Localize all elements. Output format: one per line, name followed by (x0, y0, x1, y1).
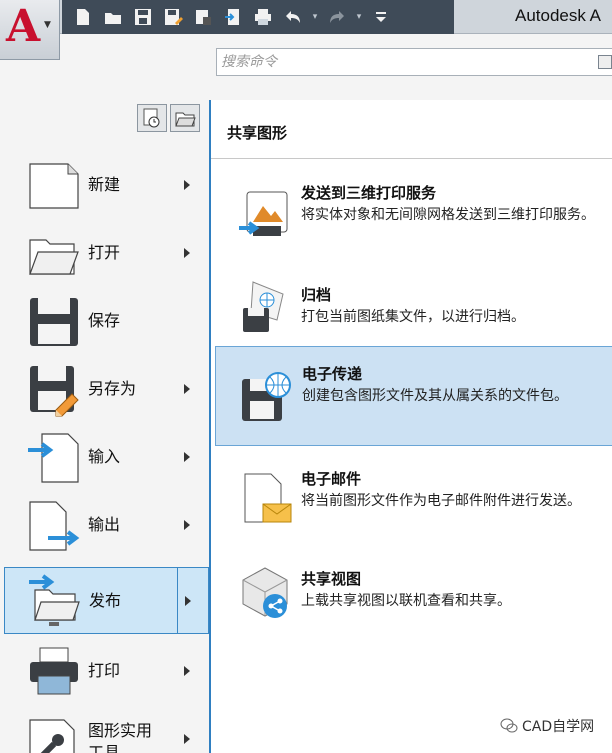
submenu-arrow-icon (184, 520, 190, 530)
export-icon[interactable] (220, 4, 246, 30)
search-options-icon[interactable] (598, 55, 612, 69)
recent-documents-icon (143, 108, 160, 128)
menu-item-label-line1: 图形实用 (88, 721, 153, 740)
open-icon[interactable] (100, 4, 126, 30)
menu-item-save[interactable]: 保存 (4, 288, 209, 355)
menu-item-label: 新建 (88, 175, 121, 194)
menu-item-label: 输出 (88, 515, 121, 534)
customize-toolbar-icon[interactable] (368, 4, 394, 30)
share-item-desc: 上载共享视图以联机查看和共享。 (301, 593, 511, 609)
save-as-disk-icon (30, 366, 79, 417)
open-documents-icon (175, 112, 196, 127)
quick-access-toolbar: ▾ ▾ (62, 0, 454, 34)
publish-folder-icon (29, 574, 80, 626)
panel-divider (211, 158, 612, 159)
submenu-arrow-icon[interactable] (185, 596, 191, 606)
submenu-arrow-icon (184, 666, 190, 676)
save-icon[interactable] (130, 4, 156, 30)
submenu-arrow-icon (184, 180, 190, 190)
share-item-archive[interactable]: 归档 打包当前图纸集文件，以进行归档。 (215, 266, 612, 342)
submenu-arrow-icon (184, 384, 190, 394)
submenu-arrow-icon (184, 248, 190, 258)
archive-icon (243, 281, 284, 332)
menu-item-label: 打开 (88, 243, 121, 262)
share-item-title: 归档 (301, 286, 332, 304)
etransmit-icon (242, 372, 291, 421)
3d-print-icon (239, 191, 288, 236)
new-document-icon (29, 163, 79, 209)
share-item-desc: 打包当前图纸集文件，以进行归档。 (301, 309, 525, 325)
share-item-email[interactable]: 电子邮件 将当前图形文件作为电子邮件附件进行发送。 (215, 454, 612, 550)
email-document-icon (244, 473, 292, 523)
menu-item-import[interactable]: 输入 (4, 424, 209, 491)
plot-icon[interactable] (250, 4, 276, 30)
autocad-logo-icon: A (6, 1, 41, 52)
application-menu-button[interactable]: A ▼ (0, 0, 60, 60)
share-item-desc: 将实体对象和无间隙网格发送到三维打印服务。 (301, 207, 595, 223)
menu-item-label: 发布 (89, 591, 122, 610)
submenu-arrow-icon (184, 734, 190, 744)
search-input[interactable] (221, 52, 591, 72)
menu-item-label-line2: 工具 (88, 743, 121, 753)
chevron-down-icon: ▼ (44, 20, 51, 30)
share-item-title: 电子传递 (302, 365, 363, 383)
share-item-title: 发送到三维打印服务 (301, 184, 437, 202)
footer-brand-text: CAD自学网 (522, 719, 595, 735)
export-document-icon (29, 501, 80, 551)
menu-item-label: 另存为 (88, 379, 137, 398)
share-item-shared-views[interactable]: 共享视图 上载共享视图以联机查看和共享。 (215, 560, 612, 630)
undo-icon[interactable] (280, 4, 306, 30)
share-item-desc: 创建包含图形文件及其从属关系的文件包。 (302, 388, 568, 404)
publish-icon[interactable] (190, 4, 216, 30)
share-item-desc: 将当前图形文件作为电子邮件附件进行发送。 (301, 493, 581, 509)
save-as-icon[interactable] (160, 4, 186, 30)
open-documents-button[interactable] (170, 104, 200, 132)
new-icon[interactable] (70, 4, 96, 30)
submenu-arrow-icon (184, 452, 190, 462)
share-item-title: 电子邮件 (301, 470, 362, 488)
menu-item-new[interactable]: 新建 (4, 152, 209, 219)
menu-item-drawing-utilities[interactable]: 图形实用 工具 (4, 706, 209, 753)
shared-views-cube-icon (242, 567, 288, 618)
menu-item-export[interactable]: 输出 (4, 492, 209, 559)
share-drawing-panel: 共享图形 发送到三维打印服务 将实体对象和无间隙网格发送到三维打印服务。 归档 … (209, 100, 612, 753)
window-title: Autodesk A (515, 6, 602, 25)
wechat-icon (500, 718, 518, 733)
menu-item-label: 输入 (88, 447, 121, 466)
search-box (216, 48, 612, 76)
recent-documents-button[interactable] (137, 104, 167, 132)
footer-brand: CAD自学网 (500, 716, 594, 736)
printer-icon (30, 647, 78, 695)
menu-item-open[interactable]: 打开 (4, 220, 209, 287)
share-item-etransmit[interactable]: 电子传递 创建包含图形文件及其从属关系的文件包。 (215, 346, 612, 446)
open-folder-icon (29, 239, 79, 275)
import-icon (28, 433, 79, 483)
drawing-utilities-icon (29, 719, 75, 753)
menu-item-label: 打印 (88, 661, 121, 680)
menu-item-label: 保存 (88, 311, 121, 330)
title-bar: ▾ ▾ Autodesk A (0, 0, 612, 34)
undo-dropdown-icon[interactable]: ▾ (310, 12, 320, 22)
share-item-3d-print[interactable]: 发送到三维打印服务 将实体对象和无间隙网格发送到三维打印服务。 (215, 170, 612, 260)
redo-icon[interactable] (324, 4, 350, 30)
panel-title: 共享图形 (227, 124, 288, 142)
share-item-title: 共享视图 (301, 570, 362, 588)
save-disk-icon (30, 298, 78, 346)
menu-item-print[interactable]: 打印 (4, 638, 209, 705)
split-divider (177, 568, 178, 633)
redo-dropdown-icon[interactable]: ▾ (354, 12, 364, 22)
menu-item-publish[interactable]: 发布 (4, 567, 209, 634)
menu-item-save-as[interactable]: 另存为 (4, 356, 209, 423)
